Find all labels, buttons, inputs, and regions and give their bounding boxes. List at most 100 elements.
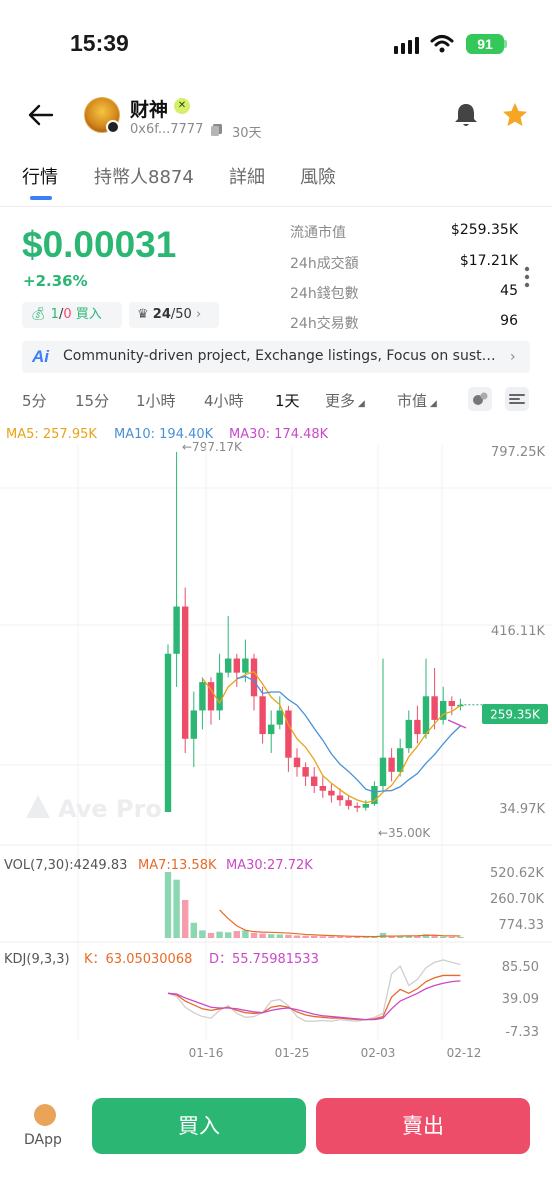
candle-body — [268, 724, 275, 735]
ma-lines — [201, 670, 482, 804]
volume-bar — [379, 932, 387, 938]
timeframe-1h[interactable]: 1小時 — [136, 390, 176, 411]
stat-label-volume: 24h成交額 — [290, 256, 359, 272]
timeframe-more[interactable]: 更多 ◢ — [325, 390, 365, 411]
candle-body — [379, 757, 387, 787]
dapp-label[interactable]: DApp — [24, 1132, 62, 1148]
candle-body — [285, 710, 292, 758]
market-cap-toggle[interactable]: 市值 ◢ — [397, 390, 437, 411]
chart-settings-icon[interactable] — [505, 387, 529, 411]
volume-bar — [302, 935, 309, 938]
more-vertical-icon[interactable] — [524, 266, 530, 288]
tab-risk[interactable]: 風險 — [300, 163, 336, 189]
volume-label: VOL(7,30):4249.83 — [4, 858, 127, 873]
indicator-settings-icon[interactable] — [468, 387, 492, 411]
timeframe-5m[interactable]: 5分 — [22, 390, 47, 411]
buy-count: 1 — [50, 307, 59, 322]
sell-button[interactable]: 賣出 — [316, 1098, 530, 1154]
chevron-right-icon[interactable]: › — [510, 349, 516, 365]
tab-market[interactable]: 行情 — [22, 163, 58, 189]
timeframe-15m[interactable]: 15分 — [75, 390, 109, 411]
legend-ma30: MA30: 174.48K — [229, 427, 329, 442]
rank-value: 24 — [152, 307, 171, 322]
candle-body — [233, 658, 240, 673]
volume-bar — [440, 936, 447, 938]
candle-body — [328, 790, 335, 796]
tab-holders[interactable]: 持幣人8874 — [94, 163, 194, 189]
volume-bar — [173, 879, 180, 938]
kdj-label: KDJ(9,3,3) — [4, 952, 70, 967]
token-name: 财神 — [130, 99, 169, 121]
kdj-k: K：63.05030068 — [84, 952, 192, 967]
contract-address[interactable]: 0x6f...7777 — [130, 122, 203, 137]
dropdown-caret-icon: ◢ — [355, 399, 365, 409]
volume-bar — [225, 932, 232, 938]
volume-bar — [328, 936, 335, 938]
candle-body — [164, 653, 172, 812]
star-icon[interactable] — [502, 102, 528, 128]
back-arrow-icon[interactable] — [26, 100, 56, 130]
stat-label-trades: 24h交易數 — [290, 316, 359, 332]
kdj-k-line — [167, 974, 461, 1021]
kdj-axis-mid: 39.09 — [502, 992, 539, 1007]
ma5-line — [201, 670, 461, 804]
volume-ma30: MA30:27.72K — [226, 858, 313, 873]
candle-body — [259, 696, 266, 735]
price-axis-top: 797.25K — [491, 445, 545, 460]
volume-bar — [207, 932, 215, 938]
candle-body — [302, 767, 309, 777]
volume-axis-mid: 260.70K — [490, 892, 544, 907]
x-label-1: 01-25 — [275, 1046, 310, 1060]
stat-label-wallets: 24h錢包數 — [290, 286, 359, 302]
candlestick-chart[interactable]: MA5: 257.95K MA10: 194.40K MA30: 174.48K… — [0, 420, 552, 1060]
volume-bar — [311, 935, 318, 938]
watermark-text: Ave Pro — [58, 795, 162, 823]
price-axis-bottom: 34.97K — [499, 802, 545, 817]
stat-value-market-cap: $259.35K — [450, 222, 518, 238]
current-price-label: 259.35K — [490, 708, 541, 722]
volume-bar — [164, 872, 172, 938]
candles — [164, 452, 464, 812]
chart-grid — [0, 445, 552, 1040]
wifi-icon — [430, 35, 454, 53]
volume-bar — [276, 934, 283, 938]
candle-body — [199, 682, 206, 711]
watermark: Ave Pro — [26, 795, 162, 823]
bell-icon[interactable] — [452, 101, 480, 129]
kdj-axis-bottom: -7.33 — [505, 1025, 539, 1040]
token-price: $0.00031 — [22, 224, 177, 265]
volume-bar — [250, 932, 258, 938]
verified-badge-icon: ✕ — [174, 98, 190, 114]
volume-ma7-line — [219, 909, 461, 938]
candle-body — [448, 701, 455, 707]
candle-body — [405, 719, 412, 749]
token-age: 30天 — [232, 126, 262, 141]
buy-sell-chip[interactable]: 💰︎ 1/0 買入 — [22, 302, 122, 328]
stat-value-wallets: 45 — [500, 283, 518, 299]
volume-bar — [293, 935, 301, 938]
rank-chip[interactable]: ♛ 24/50 › — [129, 302, 219, 328]
tab-details[interactable]: 詳細 — [229, 163, 265, 189]
dropdown-caret-icon: ◢ — [427, 399, 437, 409]
active-tab-indicator — [30, 196, 52, 200]
candle-body — [216, 672, 223, 711]
market-cap-label: 市值 — [397, 392, 428, 410]
volume-bar — [233, 931, 240, 938]
candle-body — [354, 805, 361, 808]
timeframe-1d[interactable]: 1天 — [275, 390, 300, 411]
timeframe-4h[interactable]: 4小時 — [204, 390, 244, 411]
copy-icon[interactable] — [211, 124, 222, 136]
buy-button[interactable]: 買入 — [92, 1098, 306, 1154]
candle-body — [319, 786, 326, 791]
ai-icon: Ai — [32, 347, 49, 366]
candle-body — [293, 757, 301, 768]
signal-icon — [394, 37, 419, 54]
kdj-axis-top: 85.50 — [502, 960, 539, 975]
dapp-icon[interactable] — [34, 1104, 56, 1126]
candle-body — [362, 803, 369, 808]
volume-bar — [182, 899, 189, 938]
stat-value-trades: 96 — [500, 313, 518, 329]
price-change: +2.36% — [23, 272, 88, 290]
x-label-2: 02-03 — [361, 1046, 396, 1060]
battery-tip — [504, 40, 507, 48]
